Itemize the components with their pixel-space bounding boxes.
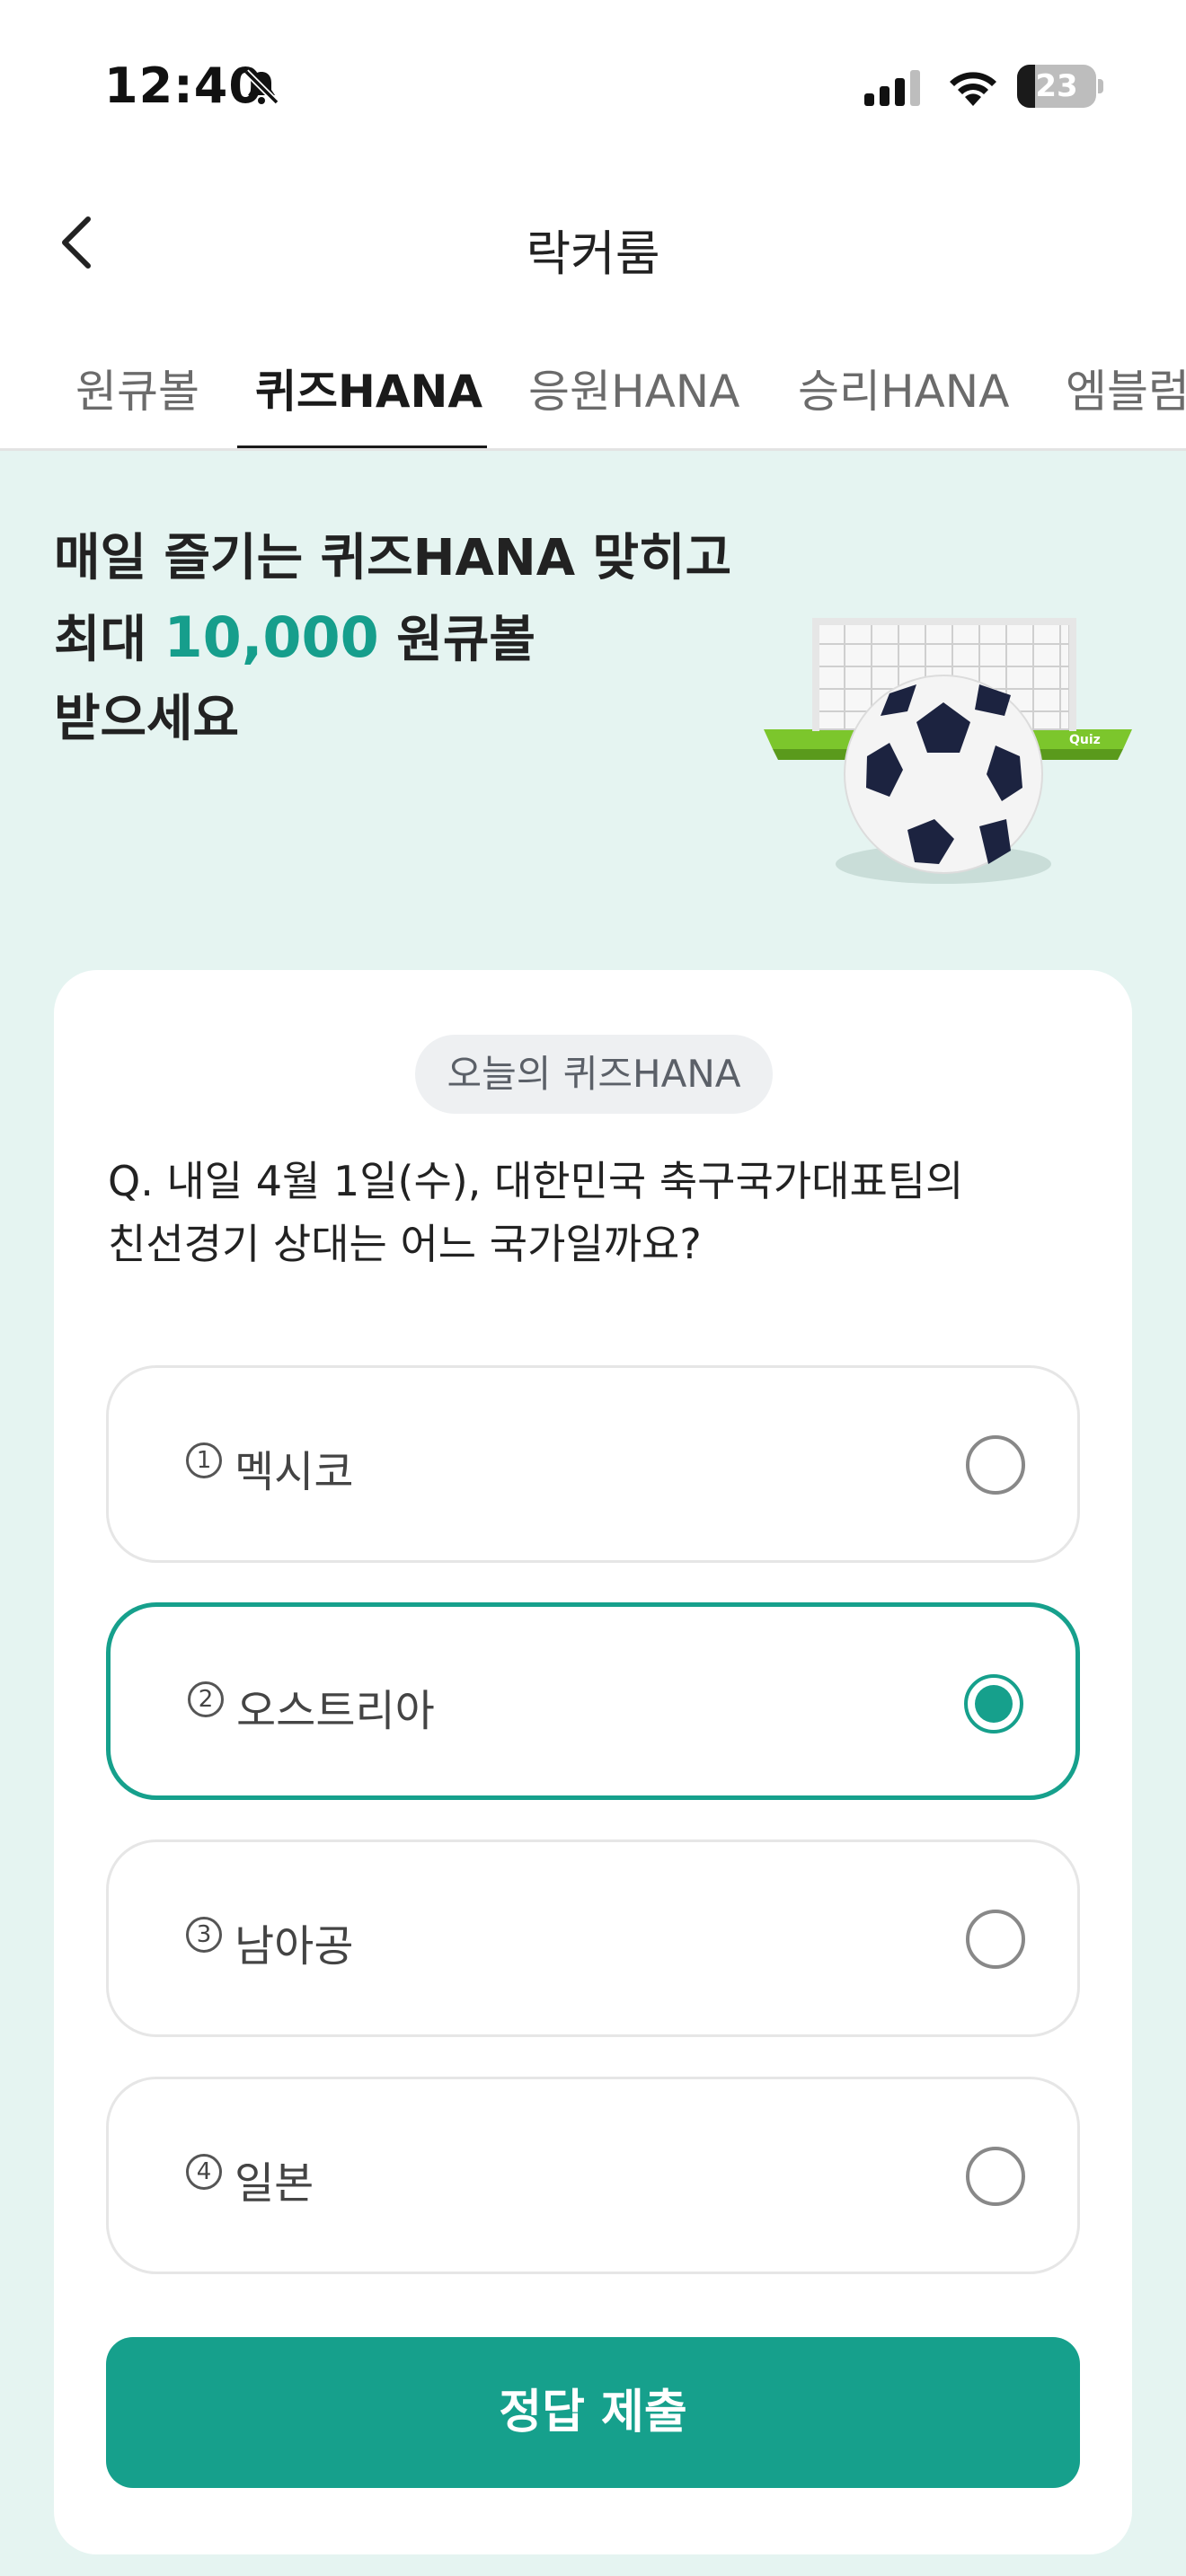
quiz-badge: 오늘의 퀴즈HANA [415,1035,773,1114]
hero-line-2: 최대 10,000 원큐볼 [54,604,535,670]
answer-option-2[interactable]: 2 오스트리아 [106,1602,1080,1800]
hero-line-1: 매일 즐기는 퀴즈HANA 맞히고 [54,529,732,587]
option-label: 오스트리아 [236,1686,435,1736]
header: 락커룸 [0,189,1186,296]
bell-slash-icon [243,69,279,105]
battery-indicator: 23 [1017,65,1103,108]
tab-one-q-ball[interactable]: 원큐볼 [75,356,199,420]
option-label: 일본 [235,2158,314,2209]
answer-option-3[interactable]: 3 남아공 [106,1839,1080,2037]
option-number-badge: 1 [186,1442,222,1478]
radio-button[interactable] [966,2147,1025,2206]
answer-option-4[interactable]: 4 일본 [106,2077,1080,2274]
hero-reward-amount: 10,000 [164,604,379,670]
radio-button[interactable] [966,1435,1025,1495]
radio-button[interactable] [966,1910,1025,1969]
option-number-badge: 2 [188,1681,224,1717]
option-number-badge: 4 [186,2154,222,2190]
battery-percent: 23 [1035,68,1078,104]
hero-section: 매일 즐기는 퀴즈HANA 맞히고 최대 10,000 원큐볼 받으세요 Qui… [0,451,1186,2576]
tab-victory-hana[interactable]: 승리HANA [798,356,1009,420]
option-label: 남아공 [235,1921,354,1972]
option-label: 멕시코 [235,1447,354,1497]
illustration-label: Quiz [1069,733,1101,747]
tab-emblem[interactable]: 엠블럼 [1066,356,1186,420]
status-bar: 12:40 23 [0,0,1186,171]
tab-bar: 원큐볼 퀴즈HANA 응원HANA 승리HANA 엠블럼 [0,332,1186,451]
wifi-icon [950,72,996,106]
tab-quiz-hana[interactable]: 퀴즈HANA [255,356,482,420]
hero-line-3: 받으세요 [54,690,240,748]
page-title: 락커룸 [526,225,660,282]
submit-answer-button[interactable]: 정답 제출 [106,2337,1080,2488]
radio-button-selected[interactable] [964,1674,1023,1734]
hero-headline: 매일 즐기는 퀴즈HANA 맞히고 최대 10,000 원큐볼 받으세요 [54,519,731,759]
status-time: 12:40 [104,57,263,114]
answer-option-1[interactable]: 1 멕시코 [106,1365,1080,1563]
soccer-ball-goal-icon: Quiz [764,618,1132,884]
option-number-badge: 3 [186,1917,222,1953]
cellular-signal-icon [864,70,920,106]
tab-cheer-hana[interactable]: 응원HANA [528,356,739,420]
quiz-question: Q. 내일 4월 1일(수), 대한민국 축구국가대표팀의 친선경기 상대는 어… [108,1157,964,1268]
quiz-card: 오늘의 퀴즈HANA Q. 내일 4월 1일(수), 대한민국 축구국가대표팀의… [54,970,1132,2554]
